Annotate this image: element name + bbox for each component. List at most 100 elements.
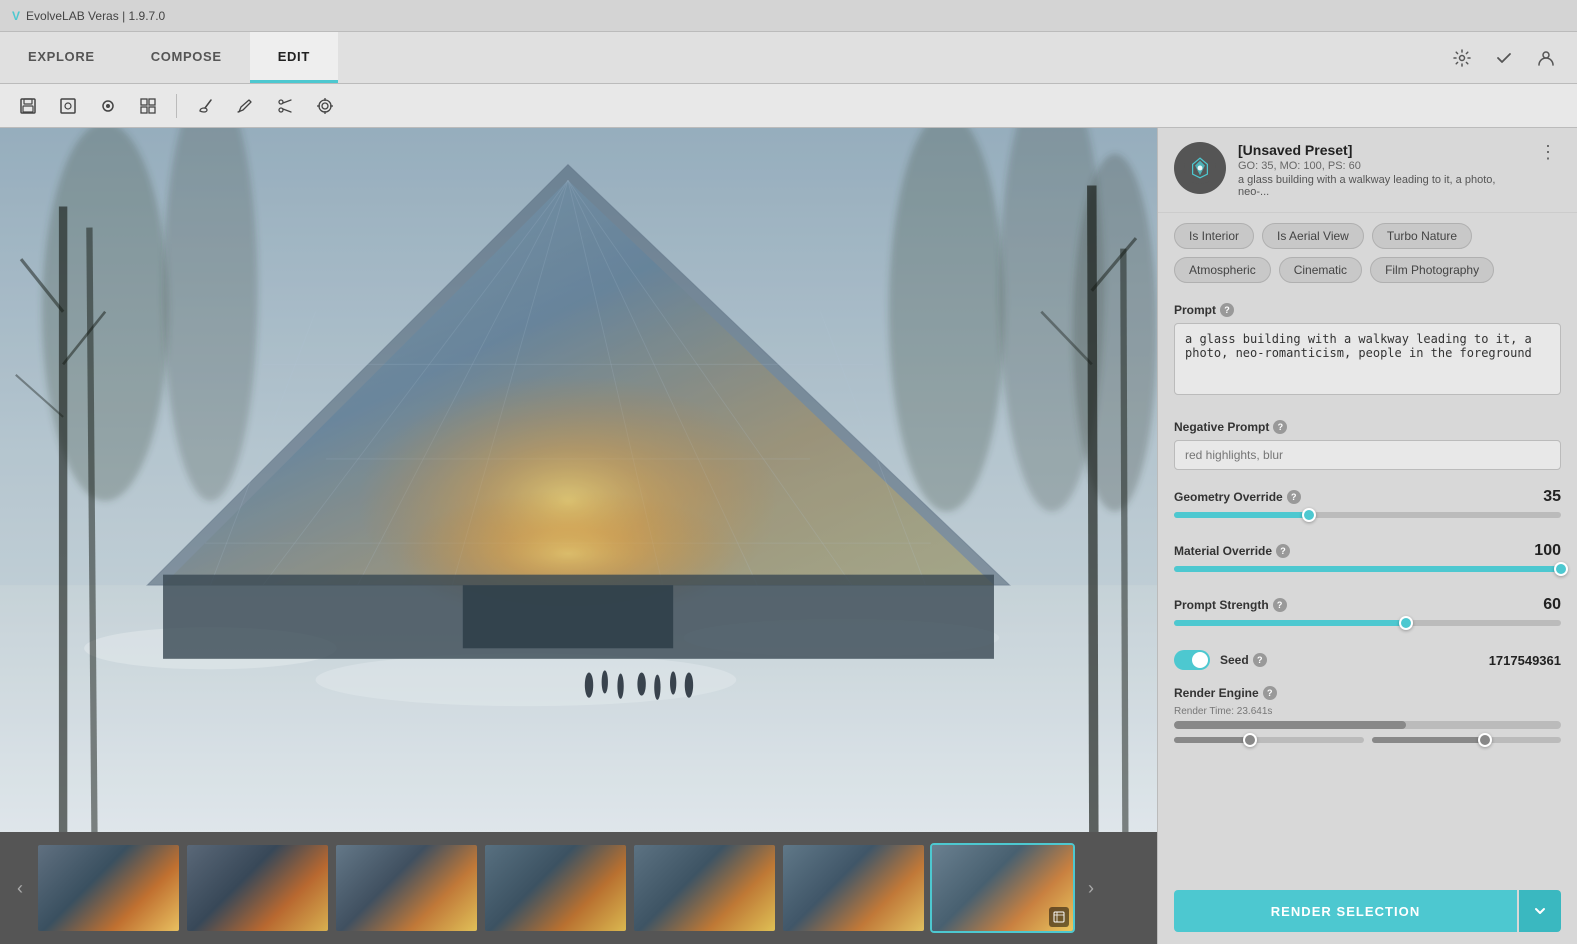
prompt-section: Prompt ? a glass building with a walkway… — [1158, 293, 1577, 410]
material-override-slider[interactable] — [1174, 566, 1561, 572]
tag-is-aerial-view[interactable]: Is Aerial View — [1262, 223, 1364, 249]
geometry-override-slider[interactable] — [1174, 512, 1561, 518]
tag-is-interior[interactable]: Is Interior — [1174, 223, 1254, 249]
engine-slider-2[interactable] — [1372, 737, 1562, 743]
tags-section: Is Interior Is Aerial View Turbo Nature … — [1158, 213, 1577, 293]
render-engine-info-icon[interactable]: ? — [1263, 686, 1277, 700]
geometry-override-thumb[interactable] — [1302, 508, 1316, 522]
prompt-strength-header: Prompt Strength ? 60 — [1174, 596, 1561, 614]
material-override-fill — [1174, 566, 1561, 572]
save-tool[interactable] — [12, 90, 44, 122]
engine-slider-1[interactable] — [1174, 737, 1364, 743]
material-override-label: Material Override ? — [1174, 544, 1290, 558]
thumbnail-strip: ‹ › — [0, 832, 1157, 944]
thumbnail-1[interactable] — [36, 843, 181, 933]
brush-tool[interactable] — [189, 90, 221, 122]
panel-scroll: Prompt ? a glass building with a walkway… — [1158, 293, 1577, 878]
seed-toggle-knob — [1192, 652, 1208, 668]
prompt-strength-section: Prompt Strength ? 60 — [1158, 588, 1577, 642]
render-selection-button[interactable]: RENDER SELECTION — [1174, 890, 1517, 932]
tag-turbo-nature[interactable]: Turbo Nature — [1372, 223, 1472, 249]
settings-icon[interactable] — [1447, 43, 1477, 73]
thumb-next[interactable]: › — [1079, 832, 1103, 944]
geometry-override-info-icon[interactable]: ? — [1287, 490, 1301, 504]
app-logo: V — [12, 9, 20, 23]
seed-section: Seed ? 1717549361 — [1158, 642, 1577, 678]
check-icon[interactable] — [1489, 43, 1519, 73]
thumb-img-6 — [783, 845, 924, 931]
preset-menu-button[interactable]: ⋮ — [1535, 142, 1561, 163]
thumb-active-icon — [1049, 907, 1069, 927]
material-override-header: Material Override ? 100 — [1174, 542, 1561, 560]
app-version-separator: | — [119, 9, 129, 23]
thumbnail-6[interactable] — [781, 843, 926, 933]
preset-meta: GO: 35, MO: 100, PS: 60 — [1238, 160, 1523, 172]
seed-toggle[interactable] — [1174, 650, 1210, 670]
tag-film-photography[interactable]: Film Photography — [1370, 257, 1494, 283]
render-time: Render Time: 23.641s — [1174, 706, 1561, 717]
negative-prompt-label: Negative Prompt ? — [1174, 420, 1561, 434]
seed-info-icon[interactable]: ? — [1253, 653, 1267, 667]
thumb-prev[interactable]: ‹ — [8, 832, 32, 944]
thumbnail-3[interactable] — [334, 843, 479, 933]
thumb-img-4 — [485, 845, 626, 931]
tag-atmospheric[interactable]: Atmospheric — [1174, 257, 1271, 283]
render-engine-section: Render Engine ? Render Time: 23.641s — [1158, 678, 1577, 747]
tab-explore[interactable]: EXPLORE — [0, 32, 123, 83]
scissors-tool[interactable] — [269, 90, 301, 122]
geometry-override-value: 35 — [1543, 488, 1561, 506]
thumb-img-3 — [336, 845, 477, 931]
thumb-img-2 — [187, 845, 328, 931]
render-engine-bar — [1174, 721, 1561, 729]
negative-prompt-input[interactable] — [1174, 440, 1561, 470]
prompt-strength-fill — [1174, 620, 1406, 626]
preset-header: [Unsaved Preset] GO: 35, MO: 100, PS: 60… — [1158, 128, 1577, 213]
render-btn-area: RENDER SELECTION — [1158, 878, 1577, 944]
main-content: ‹ › — [0, 128, 1577, 944]
preset-title: [Unsaved Preset] — [1238, 142, 1523, 158]
target-tool[interactable] — [309, 90, 341, 122]
canvas-area: ‹ › — [0, 128, 1157, 944]
user-icon[interactable] — [1531, 43, 1561, 73]
thumb-img-5 — [634, 845, 775, 931]
grid-tool[interactable] — [132, 90, 164, 122]
tab-edit[interactable]: EDIT — [250, 32, 338, 83]
negative-prompt-section: Negative Prompt ? — [1158, 410, 1577, 480]
prompt-info-icon[interactable]: ? — [1220, 303, 1234, 317]
material-override-value: 100 — [1534, 542, 1561, 560]
material-override-info-icon[interactable]: ? — [1276, 544, 1290, 558]
prompt-strength-slider[interactable] — [1174, 620, 1561, 626]
view-tool[interactable] — [92, 90, 124, 122]
building-svg — [0, 128, 1157, 832]
toolbar-separator — [176, 94, 177, 118]
material-override-thumb[interactable] — [1554, 562, 1568, 576]
preset-avatar — [1174, 142, 1226, 194]
prompt-strength-thumb[interactable] — [1399, 616, 1413, 630]
scene-view — [0, 128, 1157, 832]
geometry-override-fill — [1174, 512, 1309, 518]
thumbnail-4[interactable] — [483, 843, 628, 933]
geometry-override-label: Geometry Override ? — [1174, 490, 1301, 504]
tab-compose[interactable]: COMPOSE — [123, 32, 250, 83]
prompt-textarea[interactable]: a glass building with a walkway leading … — [1174, 323, 1561, 395]
preset-info: [Unsaved Preset] GO: 35, MO: 100, PS: 60… — [1238, 142, 1523, 198]
pen-tool[interactable] — [229, 90, 261, 122]
toolbar — [0, 84, 1577, 128]
render-dropdown-button[interactable] — [1519, 890, 1561, 932]
tag-cinematic[interactable]: Cinematic — [1279, 257, 1362, 283]
app-name: EvolveLAB Veras — [26, 9, 119, 23]
thumbnail-7[interactable] — [930, 843, 1075, 933]
prompt-strength-info-icon[interactable]: ? — [1273, 598, 1287, 612]
seed-value: 1717549361 — [1489, 653, 1561, 668]
geometry-override-header: Geometry Override ? 35 — [1174, 488, 1561, 506]
crop-tool[interactable] — [52, 90, 84, 122]
thumbnail-5[interactable] — [632, 843, 777, 933]
thumbnail-2[interactable] — [185, 843, 330, 933]
seed-label: Seed ? — [1220, 653, 1267, 667]
canvas-main[interactable] — [0, 128, 1157, 832]
thumb-img-1 — [38, 845, 179, 931]
app-version: 1.9.7.0 — [129, 9, 166, 23]
prompt-strength-label: Prompt Strength ? — [1174, 598, 1287, 612]
negative-prompt-info-icon[interactable]: ? — [1273, 420, 1287, 434]
engine-sliders — [1174, 737, 1561, 743]
